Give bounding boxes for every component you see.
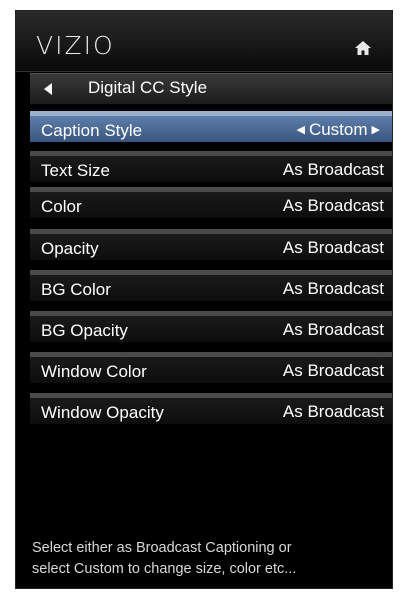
caption-style-label: Caption Style [41, 121, 143, 140]
help-line-2: select Custom to change size, color etc.… [32, 561, 297, 577]
opacity-value: As Broadcast [282, 238, 384, 257]
bg-opacity-value: As Broadcast [282, 320, 384, 339]
opacity-row[interactable]: Opacity As Broadcast [30, 229, 392, 260]
home-icon[interactable] [354, 40, 372, 56]
color-row[interactable]: Color As Broadcast [30, 187, 392, 218]
settings-panel: VIZIO Digital CC Style Caption Style ◀ Cu… [16, 11, 392, 588]
caption-style-value[interactable]: ◀ Custom ▶ [292, 120, 384, 140]
back-header[interactable]: Digital CC Style [30, 73, 392, 104]
bg-color-row[interactable]: BG Color As Broadcast [30, 270, 392, 301]
bg-opacity-row[interactable]: BG Opacity As Broadcast [30, 311, 392, 342]
window-color-label: Window Color [41, 362, 147, 381]
bg-color-label: BG Color [41, 280, 111, 299]
help-text: Select either as Broadcast Captioning or… [32, 538, 384, 580]
back-arrow-icon[interactable] [44, 83, 52, 95]
chevron-right-icon[interactable]: ▶ [372, 123, 380, 136]
window-color-row[interactable]: Window Color As Broadcast [30, 352, 392, 383]
caption-style-row[interactable]: Caption Style ◀ Custom ▶ [30, 111, 392, 142]
window-opacity-row[interactable]: Window Opacity As Broadcast [30, 393, 392, 424]
help-line-1: Select either as Broadcast Captioning or [32, 540, 292, 556]
menu-title: Digital CC Style [88, 78, 208, 97]
bg-color-value: As Broadcast [282, 279, 384, 298]
window-opacity-label: Window Opacity [41, 403, 164, 422]
text-size-label: Text Size [41, 161, 110, 180]
bg-opacity-label: BG Opacity [41, 321, 128, 340]
window-opacity-value: As Broadcast [282, 402, 384, 421]
color-value: As Broadcast [282, 196, 384, 215]
vizio-logo: VIZIO [36, 31, 115, 60]
text-size-row[interactable]: Text Size As Broadcast [30, 151, 392, 182]
brand-bar: VIZIO [16, 11, 392, 72]
color-label: Color [41, 197, 82, 216]
chevron-left-icon[interactable]: ◀ [296, 123, 304, 136]
text-size-value: As Broadcast [282, 160, 384, 179]
opacity-label: Opacity [41, 239, 99, 258]
window-color-value: As Broadcast [282, 361, 384, 380]
